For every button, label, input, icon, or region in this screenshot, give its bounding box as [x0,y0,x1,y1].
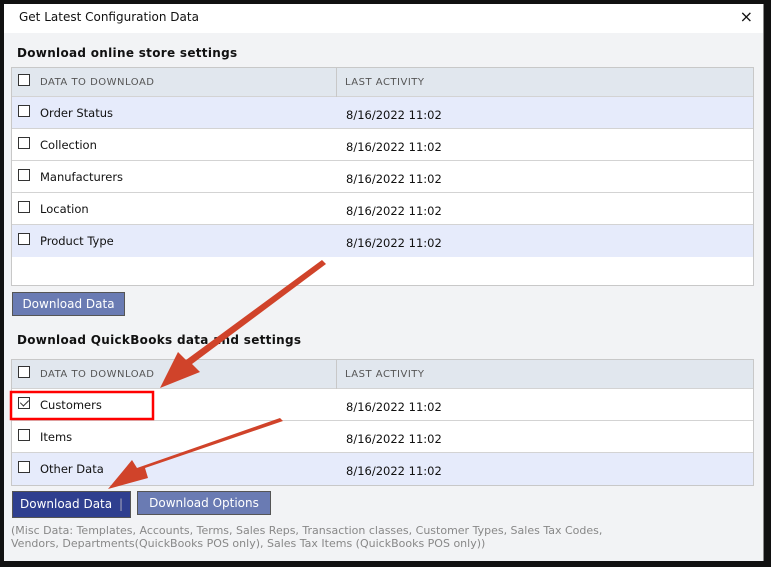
annotation-arrow [160,260,326,388]
highlight-box [9,390,155,421]
annotation-arrow [108,418,283,489]
annotation-overlay [9,260,326,489]
